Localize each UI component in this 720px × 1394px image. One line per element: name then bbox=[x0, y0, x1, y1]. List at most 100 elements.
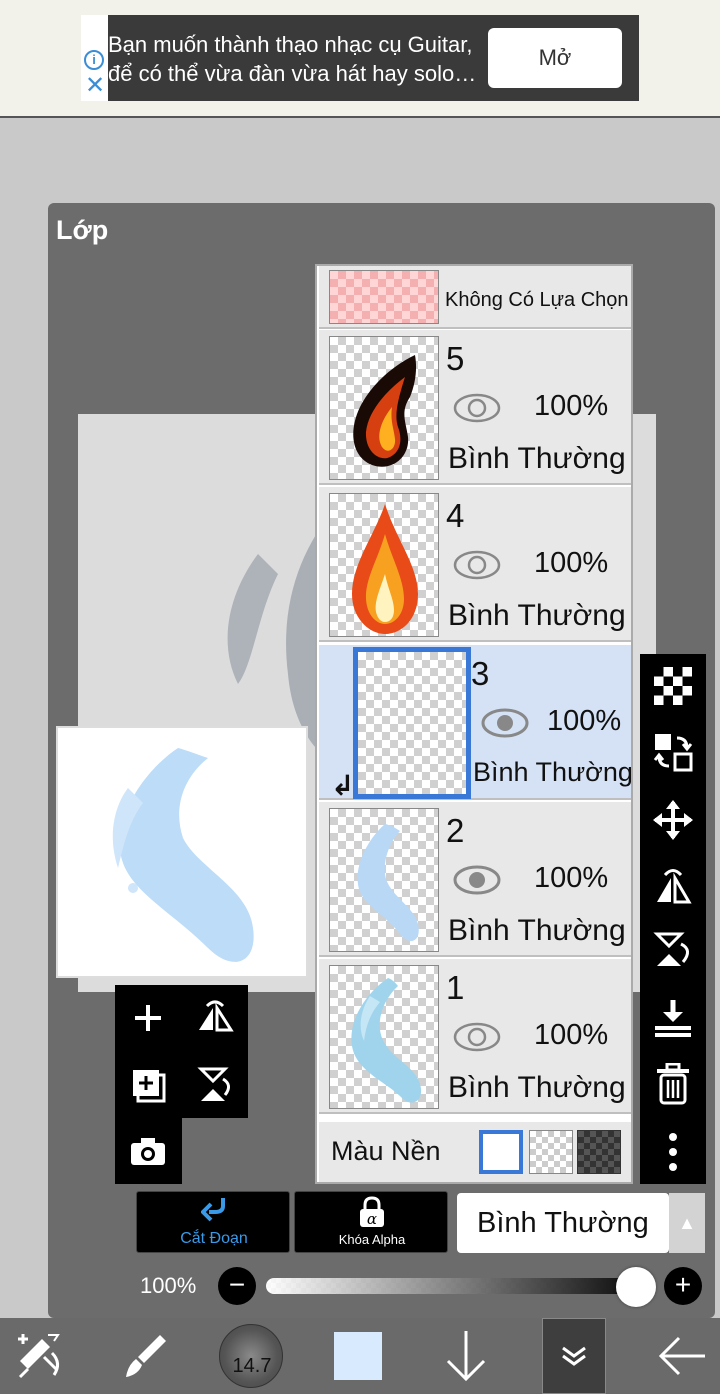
flame-dark-thumbnail bbox=[353, 355, 417, 467]
arrow-down-icon bbox=[446, 1331, 486, 1382]
layers-toggle-button[interactable] bbox=[542, 1318, 606, 1394]
brush-size-button[interactable]: 14.7 bbox=[216, 1318, 286, 1394]
layer-thumbnail bbox=[329, 808, 439, 952]
flame-bright-thumbnail bbox=[352, 504, 418, 634]
selection-thumbnail bbox=[329, 270, 439, 324]
layer-row-5[interactable]: 5 100% Bình Thường bbox=[319, 330, 631, 485]
brush-icon bbox=[126, 1335, 166, 1377]
layer-row-4[interactable]: 4 100% Bình Thường bbox=[319, 487, 631, 642]
layer-opacity: 100% bbox=[534, 547, 609, 579]
blend-mode-value: Bình Thường bbox=[477, 1207, 649, 1239]
ad-text-line2: để có thể vừa đàn vừa hát hay solo… bbox=[108, 61, 477, 86]
flip-horizontal-button[interactable] bbox=[182, 985, 248, 1051]
layer-row-3[interactable]: ↲ 3 100% Bình Thường bbox=[319, 645, 633, 801]
layer-thumbnail bbox=[329, 336, 439, 480]
panel-title: Lớp bbox=[56, 215, 109, 245]
ad-text[interactable]: Bạn muốn thành thạo nhạc cụ Guitar, để c… bbox=[108, 30, 488, 88]
layer-blend-mode: Bình Thường bbox=[448, 1071, 626, 1104]
flip-vertical-icon bbox=[653, 932, 689, 966]
layer-opacity: 100% bbox=[534, 862, 609, 894]
more-vertical-icon bbox=[669, 1133, 677, 1171]
clipping-icon bbox=[201, 1198, 225, 1222]
trash-icon bbox=[657, 1063, 689, 1105]
right-toolbar bbox=[640, 654, 706, 1184]
eye-icon[interactable] bbox=[453, 549, 501, 581]
layer-thumbnail bbox=[353, 647, 471, 799]
layer-opacity: 100% bbox=[534, 1019, 609, 1051]
camera-button[interactable] bbox=[115, 1118, 181, 1184]
info-icon[interactable]: i bbox=[84, 50, 104, 70]
layer-blend-mode: Bình Thường bbox=[448, 914, 626, 947]
flip-layer-vertical-button[interactable] bbox=[640, 920, 706, 980]
add-layer-button[interactable] bbox=[115, 985, 181, 1051]
close-icon[interactable]: ✕ bbox=[83, 74, 107, 98]
blend-mode-select[interactable]: Bình Thường bbox=[457, 1193, 669, 1253]
delete-layer-button[interactable] bbox=[640, 1054, 706, 1114]
merge-down-icon bbox=[655, 1000, 691, 1037]
brush-tool-button[interactable] bbox=[105, 1318, 185, 1394]
background-transparent-swatch[interactable] bbox=[529, 1130, 573, 1174]
more-options-button[interactable] bbox=[640, 1122, 706, 1182]
layer-blend-mode: Bình Thường bbox=[448, 442, 626, 475]
bottom-navigation: 14.7 bbox=[0, 1318, 720, 1394]
svg-text:α: α bbox=[367, 1210, 377, 1228]
preview-artwork bbox=[112, 748, 254, 962]
transparency-button[interactable] bbox=[640, 656, 706, 716]
lock-icon: α bbox=[360, 1196, 384, 1228]
selection-label: Không Có Lựa Chọn bbox=[445, 289, 629, 311]
plus-icon bbox=[135, 1005, 161, 1031]
selection-layer-row[interactable]: Không Có Lựa Chọn bbox=[319, 266, 631, 329]
flip-horizontal-icon bbox=[657, 869, 692, 904]
layer-thumbnail bbox=[329, 493, 439, 637]
eye-icon[interactable] bbox=[481, 707, 529, 739]
move-button[interactable] bbox=[640, 790, 706, 850]
add-layer-copy-button[interactable] bbox=[115, 1052, 181, 1118]
eye-icon[interactable] bbox=[453, 392, 501, 424]
layer-preview bbox=[56, 726, 308, 978]
camera-icon bbox=[131, 1138, 165, 1165]
clipping-arrow-icon: ↲ bbox=[331, 770, 355, 801]
move-icon bbox=[653, 800, 693, 840]
ad-text-line1: Bạn muốn thành thạo nhạc cụ Guitar, bbox=[108, 32, 473, 57]
layer-opacity: 100% bbox=[547, 705, 622, 737]
opacity-slider-track[interactable] bbox=[266, 1278, 654, 1294]
ad-open-button[interactable]: Mở bbox=[488, 28, 622, 88]
blend-mode-dropdown-arrow[interactable]: ▲ bbox=[669, 1193, 705, 1253]
layer-blend-mode: Bình Thường bbox=[448, 599, 626, 632]
layer-row-1[interactable]: 1 100% Bình Thường bbox=[319, 959, 631, 1114]
background-dark-swatch[interactable] bbox=[577, 1130, 621, 1174]
opacity-decrease-button[interactable]: − bbox=[218, 1267, 256, 1305]
flip-vertical-button[interactable] bbox=[182, 1052, 248, 1118]
layer-blend-mode: Bình Thường bbox=[473, 757, 633, 787]
layer-row-2[interactable]: 2 100% Bình Thường bbox=[319, 802, 631, 957]
background-color-row: Màu Nền bbox=[319, 1122, 631, 1182]
background-white-swatch[interactable] bbox=[479, 1130, 523, 1174]
opacity-value-label: 100% bbox=[140, 1273, 197, 1298]
layer-number: 3 bbox=[471, 655, 490, 692]
brush-size-value: 14.7 bbox=[232, 1355, 272, 1377]
clipping-button[interactable]: Cắt Đoạn bbox=[136, 1191, 290, 1253]
layer-opacity: 100% bbox=[534, 390, 609, 422]
swap-icon bbox=[653, 734, 693, 772]
water-light-thumbnail bbox=[357, 824, 419, 942]
opacity-slider-thumb[interactable] bbox=[616, 1267, 656, 1307]
color-button[interactable] bbox=[320, 1318, 396, 1394]
water-cyan-thumbnail bbox=[351, 978, 422, 1103]
opacity-increase-button[interactable]: + bbox=[664, 1267, 702, 1305]
current-color-swatch bbox=[334, 1332, 382, 1380]
arrow-left-icon bbox=[658, 1336, 705, 1376]
ad-banner[interactable]: i ✕ Bạn muốn thành thạo nhạc cụ Guitar, … bbox=[0, 0, 720, 118]
transform-tool-button[interactable] bbox=[0, 1318, 78, 1394]
brush-size-icon: 14.7 bbox=[219, 1324, 283, 1388]
alpha-lock-button[interactable]: α Khóa Alpha bbox=[294, 1191, 448, 1253]
flip-horizontal-icon bbox=[199, 1000, 234, 1032]
eye-icon[interactable] bbox=[453, 864, 501, 896]
transform-icon bbox=[18, 1334, 60, 1379]
layer-number: 5 bbox=[446, 340, 465, 377]
back-button[interactable] bbox=[644, 1318, 720, 1394]
flip-layer-horizontal-button[interactable] bbox=[640, 856, 706, 916]
arrow-down-button[interactable] bbox=[428, 1318, 504, 1394]
eye-icon[interactable] bbox=[453, 1021, 501, 1053]
layer-swap-button[interactable] bbox=[640, 722, 706, 782]
merge-down-button[interactable] bbox=[640, 988, 706, 1048]
